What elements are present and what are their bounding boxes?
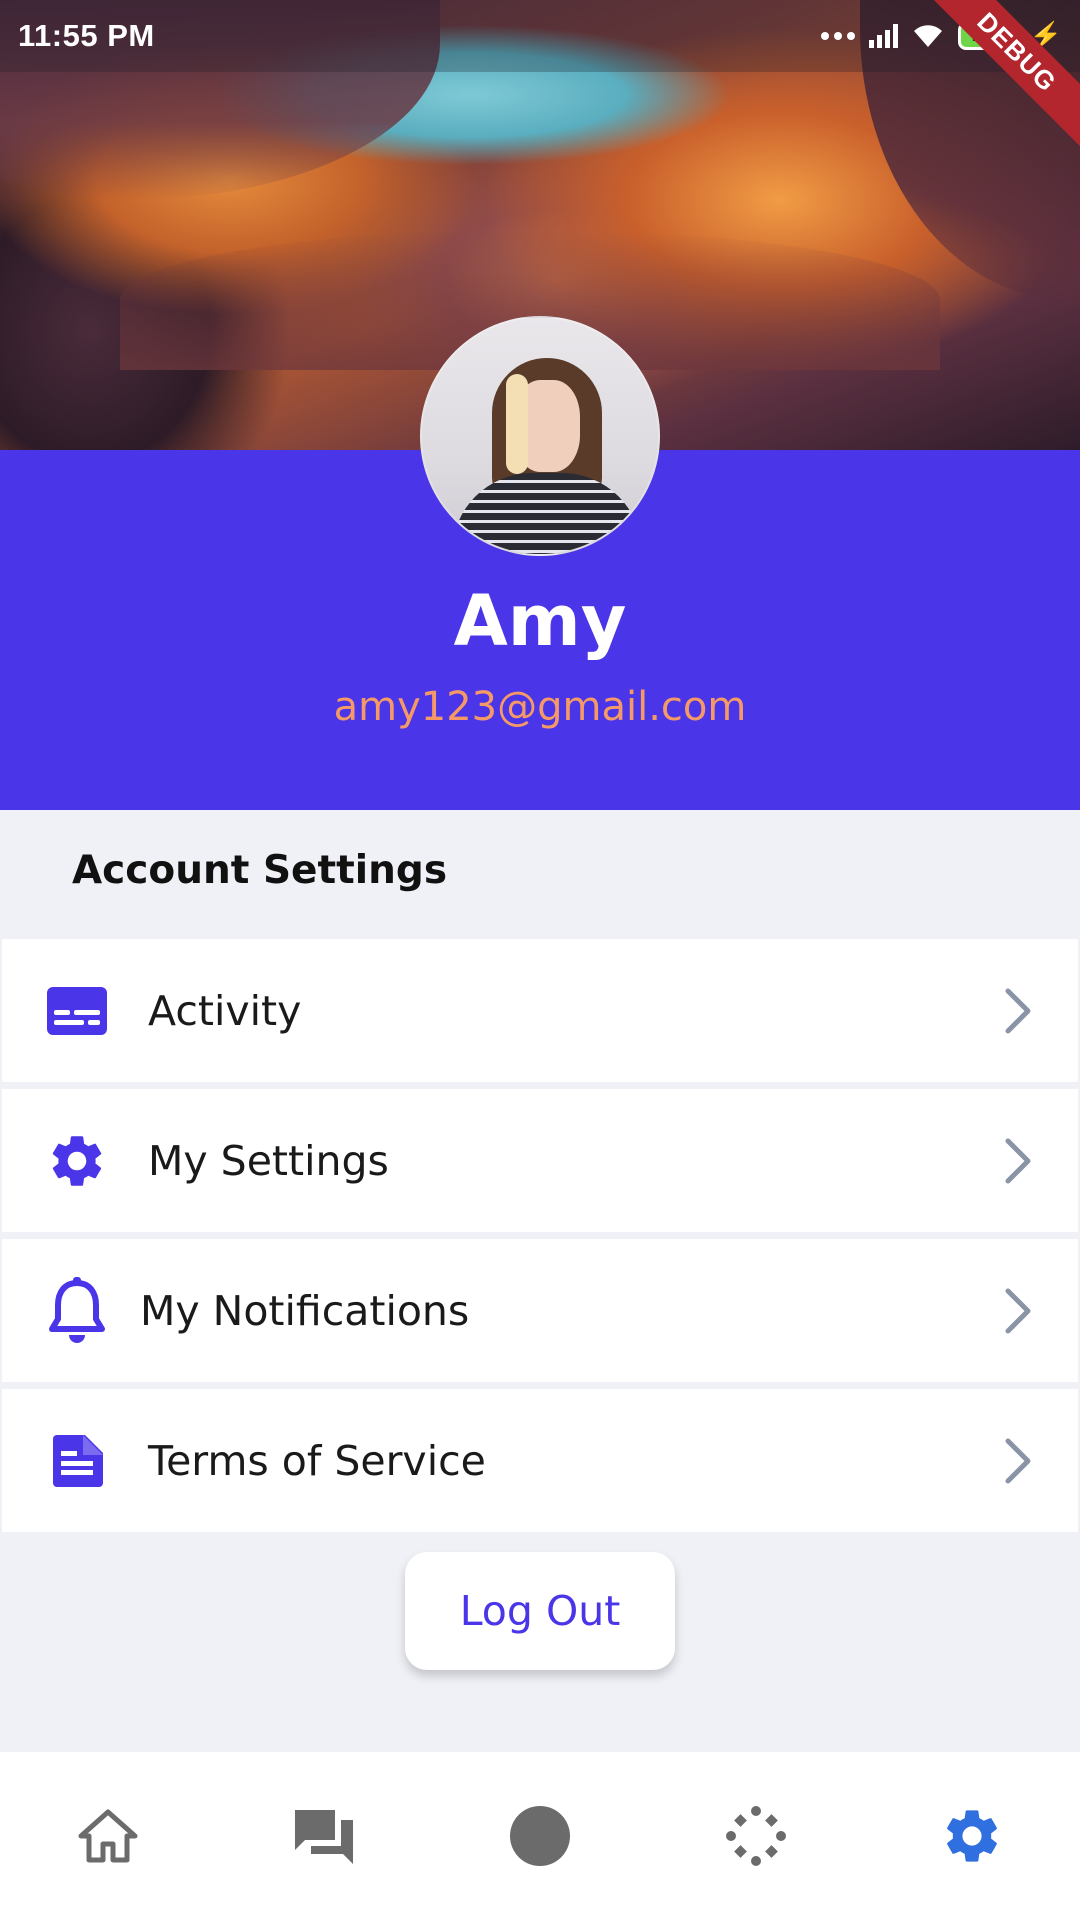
nav-home[interactable] [68, 1796, 148, 1876]
avatar[interactable] [420, 316, 660, 556]
status-bar: 11:55 PM 100 ⚡ [0, 0, 1080, 72]
chevron-right-icon [998, 981, 1038, 1041]
settings-item-label: My Notifications [140, 1286, 470, 1335]
nav-loader[interactable] [716, 1796, 796, 1876]
wifi-icon [913, 24, 942, 47]
bell-icon [42, 1276, 112, 1346]
chevron-right-icon [998, 1281, 1038, 1341]
section-title: Account Settings [72, 848, 448, 893]
subtitles-icon [42, 976, 112, 1046]
settings-item-label: Terms of Service [148, 1436, 486, 1485]
nav-circle[interactable] [500, 1796, 580, 1876]
chevron-right-icon [998, 1431, 1038, 1491]
avatar-highlight [506, 374, 528, 474]
logout-button[interactable]: Log Out [405, 1552, 675, 1670]
circle-icon [510, 1806, 570, 1866]
profile-name: Amy [453, 580, 627, 662]
more-notifications-icon [820, 31, 855, 40]
bottom-nav [0, 1752, 1080, 1920]
chevron-right-icon [998, 1131, 1038, 1191]
settings-item-label: My Settings [148, 1136, 389, 1185]
cell-signal-icon [868, 23, 898, 48]
settings-list: Activity My Settings My Notifications Te… [2, 939, 1078, 1539]
document-icon [42, 1426, 112, 1496]
settings-item-label: Activity [148, 986, 302, 1035]
nav-chat[interactable] [284, 1796, 364, 1876]
nav-settings[interactable] [932, 1796, 1012, 1876]
settings-item-terms-of-service[interactable]: Terms of Service [2, 1389, 1078, 1532]
avatar-shirt [452, 473, 642, 554]
chat-icon [295, 1810, 353, 1864]
settings-item-activity[interactable]: Activity [2, 939, 1078, 1082]
gear-icon [42, 1126, 112, 1196]
home-icon [78, 1809, 138, 1863]
loader-icon [726, 1806, 786, 1866]
gear-icon [947, 1810, 997, 1862]
status-time: 11:55 PM [18, 18, 155, 53]
settings-item-my-notifications[interactable]: My Notifications [2, 1239, 1078, 1382]
profile-email: amy123@gmail.com [333, 684, 747, 730]
settings-item-my-settings[interactable]: My Settings [2, 1089, 1078, 1232]
